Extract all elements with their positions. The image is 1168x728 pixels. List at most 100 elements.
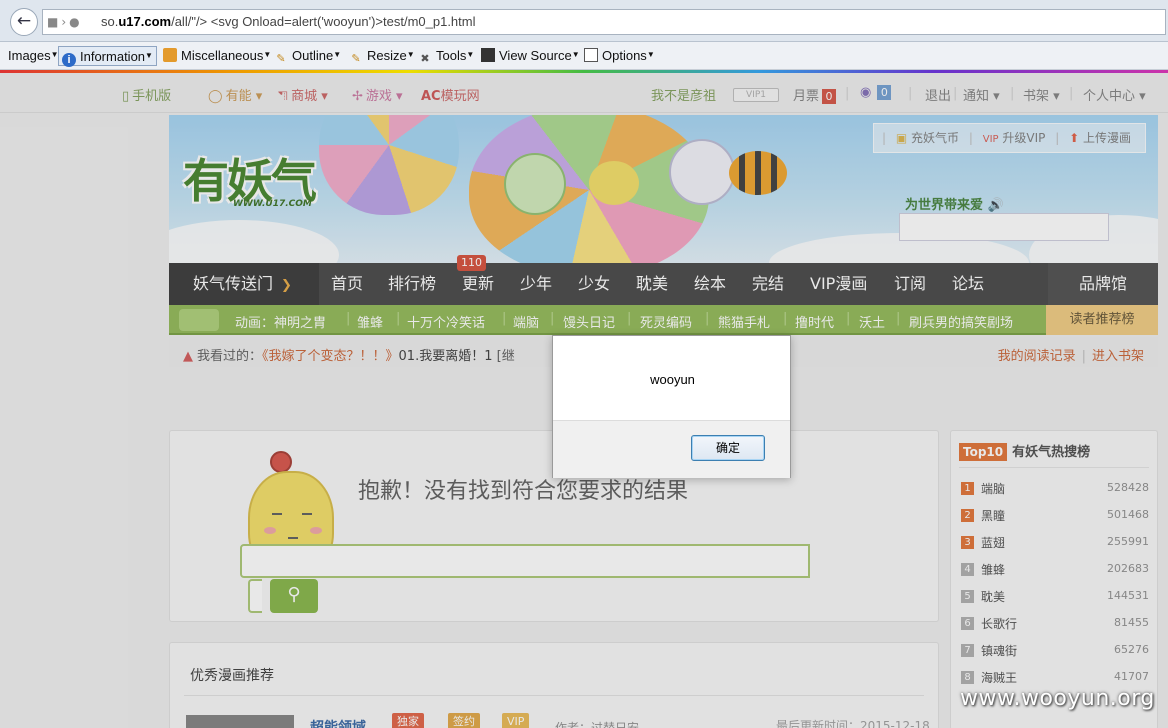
shop-link[interactable]: ⛠ 商城 ▾ <box>278 85 328 106</box>
character-illustration <box>589 161 639 205</box>
anim-link[interactable]: 撸时代 <box>795 312 834 331</box>
tools-icon: ✖ <box>420 53 430 65</box>
user-center-menu[interactable]: 个人中心 ▾ <box>1083 85 1146 104</box>
coins-icon: ▣ <box>895 131 908 145</box>
upload-link[interactable]: ⬆ 上传漫画 <box>1069 124 1131 152</box>
devbar-options[interactable]: Options▼ <box>584 46 655 66</box>
ok-button[interactable]: 确定 <box>691 435 765 461</box>
rank-number: 3 <box>961 536 974 549</box>
signed-tag: 签约 <box>448 713 480 728</box>
phone-icon: ▯ <box>122 89 130 104</box>
comic-name-link[interactable]: 海贼王 <box>981 669 1017 686</box>
devbar-view-source[interactable]: View Source▼ <box>481 46 580 66</box>
nav-brand-hall[interactable]: 品牌馆 <box>1048 263 1158 305</box>
recharge-link[interactable]: ▣ 充妖气币 <box>896 124 959 152</box>
devbar-miscellaneous[interactable]: Miscellaneous▼ <box>163 46 271 66</box>
anim-link[interactable]: 动画：神明之胄 <box>235 312 326 331</box>
vip-tag: VIP <box>502 713 530 728</box>
my-records-link[interactable]: 我的阅读记录 <box>998 349 1076 364</box>
coin-icon: ◉ <box>860 85 872 100</box>
nav-update[interactable]: 110 更新 <box>457 255 494 305</box>
rank-number: 4 <box>961 563 974 576</box>
anim-link[interactable]: 死灵编码 <box>640 312 692 331</box>
nav-girls[interactable]: 少女 <box>578 263 610 305</box>
site-banner: 有妖气 WWW.U17.COM | ▣ 充妖气币 | VIP 升级VIP | ⬆… <box>169 115 1158 265</box>
nav-picture-book[interactable]: 绘本 <box>694 263 726 305</box>
top10-row[interactable]: 8 海贼王 41707 <box>961 668 1149 688</box>
bookshelf-menu[interactable]: 书架 ▾ <box>1023 85 1060 104</box>
gamepad-icon: ✢ <box>352 89 363 104</box>
bee-illustration <box>729 151 787 195</box>
anim-link[interactable]: 十万个冷笑话 <box>407 312 485 331</box>
ac-link[interactable]: AC模玩网 <box>421 85 480 104</box>
top10-hot-search: Top10 有妖气热搜榜 1 端脑 528428 2 黑瞳 501468 3 蓝翅 255991 4… <box>950 430 1158 728</box>
top10-row[interactable]: 6 长歌行 81455 <box>961 614 1149 634</box>
top10-row[interactable]: 7 镇魂街 65276 <box>961 641 1149 661</box>
comic-name-link[interactable]: 耽美 <box>981 588 1005 605</box>
back-arrow-icon[interactable]: ← <box>10 8 38 36</box>
to-shelf-link[interactable]: 进入书架 <box>1092 349 1144 364</box>
info-icon: i <box>62 53 76 67</box>
anim-link[interactable]: 刷兵男的搞笑剧场 <box>909 312 1013 331</box>
top10-row[interactable]: 1 端脑 528428 <box>961 479 1149 499</box>
rank-number: 8 <box>961 671 974 684</box>
comic-name-link[interactable]: 镇魂街 <box>981 642 1017 659</box>
alert-message: wooyun <box>650 372 695 387</box>
comic-name-link[interactable]: 端脑 <box>981 480 1005 497</box>
coin-count[interactable]: ◉ 0 <box>860 85 892 100</box>
nav-bl[interactable]: 耽美 <box>636 263 668 305</box>
top10-row[interactable]: 2 黑瞳 501468 <box>961 506 1149 526</box>
search-count: 501468 <box>1107 508 1149 521</box>
anim-link[interactable]: 熊猫手札 <box>718 312 770 331</box>
address-field[interactable]: ■›● so.u17.com/all/"/> <svg Onload=alert… <box>42 9 1166 35</box>
comic-name-link[interactable]: 长歌行 <box>981 615 1017 632</box>
top10-row[interactable]: 4 雏蜂 202683 <box>961 560 1149 580</box>
history-episode-link[interactable]: 01.我要离婚！1 <box>399 349 493 364</box>
devbar-resize[interactable]: ✎ Resize▼ <box>349 46 414 66</box>
upgrade-vip-link[interactable]: VIP 升级VIP <box>983 124 1046 154</box>
monthly-ticket[interactable]: 月票 0 <box>793 85 837 104</box>
banner-search-input[interactable] <box>899 213 1109 241</box>
mascot-leaf <box>270 451 292 473</box>
search-icon: ⚲ <box>287 584 301 605</box>
devbar-tools[interactable]: ✖ Tools▼ <box>418 46 474 66</box>
anim-link[interactable]: 沃土 <box>859 312 885 331</box>
pencil-icon: ✎ <box>276 53 286 65</box>
nav-subscribe[interactable]: 订阅 <box>894 263 926 305</box>
nav-ranking[interactable]: 排行榜 <box>388 263 436 305</box>
top10-row[interactable]: 5 耽美 144531 <box>961 587 1149 607</box>
search-count: 41707 <box>1114 670 1149 683</box>
anim-link[interactable]: 端脑 <box>513 312 539 331</box>
nav-completed[interactable]: 完结 <box>752 263 784 305</box>
anim-link[interactable]: 馒头日记 <box>563 312 615 331</box>
comic-name-link[interactable]: 雏蜂 <box>981 561 1005 578</box>
props-link[interactable]: ◯ 有能 ▾ <box>208 85 262 104</box>
games-link[interactable]: ✢ 游戏 ▾ <box>352 85 403 104</box>
comic-title-link[interactable]: 超能领域 <box>310 717 366 728</box>
animation-bar: 动画：神明之胄 | 雏蜂 | 十万个冷笑话 | 端脑 | 馒头日记 | 死灵编码… <box>169 305 1158 335</box>
url-text: so.u17.com/all/"/> <svg Onload=alert('wo… <box>101 14 476 29</box>
search-input[interactable] <box>240 544 810 578</box>
comic-name-link[interactable]: 蓝翅 <box>981 534 1005 551</box>
comic-thumbnail[interactable] <box>186 715 294 728</box>
nav-vip-comics[interactable]: VIP漫画 <box>810 263 867 305</box>
reader-recommend-tab[interactable]: 读者推荐榜 <box>1046 305 1158 335</box>
nav-home[interactable]: 首页 <box>331 263 363 305</box>
history-title-link[interactable]: 《我嫁了个变态？！！》 <box>262 349 399 364</box>
nav-portal-menu[interactable]: 妖气传送门 ❯ <box>169 263 319 305</box>
devbar-information[interactable]: i Information▼ <box>58 46 157 67</box>
nav-boys[interactable]: 少年 <box>520 263 552 305</box>
devbar-images[interactable]: Images▼ <box>8 46 59 66</box>
history-actions: 我的阅读记录 | 进入书架 <box>997 349 1144 364</box>
nav-forum[interactable]: 论坛 <box>952 263 984 305</box>
notify-menu[interactable]: 通知 ▾ <box>963 85 1000 104</box>
page-icon: ■›● <box>47 15 83 29</box>
mobile-link[interactable]: ▯ 手机版 <box>122 85 171 104</box>
devbar-outline[interactable]: ✎ Outline▼ <box>274 46 341 66</box>
comic-name-link[interactable]: 黑瞳 <box>981 507 1005 524</box>
logout-link[interactable]: 退出 <box>925 85 951 104</box>
top10-row[interactable]: 3 蓝翅 255991 <box>961 533 1149 553</box>
user-name[interactable]: 我不是彦祖 <box>651 85 716 104</box>
search-button[interactable]: ⚲ <box>270 579 318 613</box>
anim-link[interactable]: 雏蜂 <box>357 312 383 331</box>
